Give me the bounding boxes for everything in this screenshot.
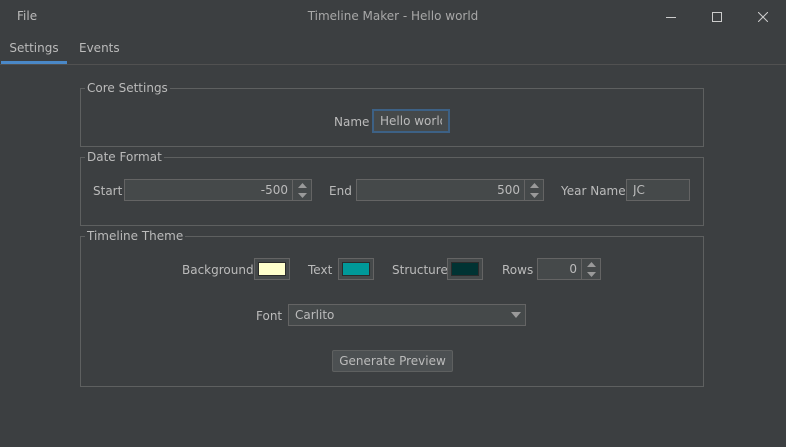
close-icon bbox=[758, 11, 768, 22]
tab-settings[interactable]: Settings bbox=[1, 33, 67, 64]
rows-label: Rows bbox=[502, 263, 534, 277]
triangle-up-icon bbox=[586, 261, 596, 267]
structure-color-swatch bbox=[451, 262, 479, 276]
start-increment-button[interactable] bbox=[293, 180, 311, 190]
name-input[interactable] bbox=[372, 109, 450, 133]
rows-input[interactable] bbox=[538, 259, 581, 279]
rows-increment-button[interactable] bbox=[582, 259, 600, 269]
end-label: End bbox=[329, 184, 352, 198]
year-name-input[interactable] bbox=[626, 179, 690, 201]
core-settings-title: Core Settings bbox=[85, 80, 170, 96]
text-color-swatch bbox=[342, 262, 370, 276]
triangle-up-icon bbox=[529, 182, 539, 188]
triangle-up-icon bbox=[297, 182, 307, 188]
text-color-button[interactable] bbox=[338, 258, 374, 280]
triangle-down-icon bbox=[586, 271, 596, 277]
tab-bar: Settings Events bbox=[0, 33, 786, 65]
triangle-down-icon bbox=[297, 192, 307, 198]
end-increment-button[interactable] bbox=[525, 180, 543, 190]
close-button[interactable] bbox=[740, 0, 786, 33]
date-format-panel: Date Format Start End bbox=[80, 149, 704, 226]
start-input[interactable] bbox=[125, 180, 292, 200]
core-settings-panel: Core Settings Name bbox=[80, 80, 704, 147]
generate-preview-button[interactable]: Generate Preview bbox=[332, 350, 453, 372]
date-format-title: Date Format bbox=[85, 149, 164, 165]
minimize-icon bbox=[666, 16, 676, 18]
menu-file[interactable]: File bbox=[10, 5, 44, 27]
structure-color-button[interactable] bbox=[447, 258, 483, 280]
end-spinner bbox=[356, 179, 544, 201]
font-label: Font bbox=[256, 309, 283, 323]
timeline-theme-panel: Timeline Theme Background Text Structure… bbox=[80, 228, 704, 387]
start-decrement-button[interactable] bbox=[293, 190, 311, 200]
font-dropdown[interactable]: Carlito bbox=[288, 304, 526, 326]
rows-spinner bbox=[537, 258, 601, 280]
end-decrement-button[interactable] bbox=[525, 190, 543, 200]
maximize-icon bbox=[712, 11, 722, 22]
maximize-button[interactable] bbox=[694, 0, 740, 33]
background-color-button[interactable] bbox=[254, 258, 290, 280]
year-name-label: Year Name bbox=[561, 184, 626, 198]
text-color-label: Text bbox=[308, 263, 333, 277]
start-label: Start bbox=[93, 184, 123, 198]
rows-decrement-button[interactable] bbox=[582, 269, 600, 279]
structure-label: Structure bbox=[392, 263, 448, 277]
timeline-theme-title: Timeline Theme bbox=[85, 228, 186, 244]
end-input[interactable] bbox=[357, 180, 524, 200]
triangle-down-icon bbox=[529, 192, 539, 198]
minimize-button[interactable] bbox=[648, 0, 694, 33]
app-window: File Timeline Maker - Hello world Settin… bbox=[0, 0, 786, 447]
tab-events[interactable]: Events bbox=[67, 33, 132, 64]
start-spinner bbox=[124, 179, 312, 201]
font-selected-value: Carlito bbox=[295, 308, 335, 322]
name-label: Name bbox=[334, 115, 370, 129]
title-bar: File Timeline Maker - Hello world bbox=[0, 0, 786, 33]
chevron-down-icon bbox=[511, 305, 521, 325]
background-color-swatch bbox=[258, 262, 286, 276]
background-label: Background bbox=[182, 263, 254, 277]
